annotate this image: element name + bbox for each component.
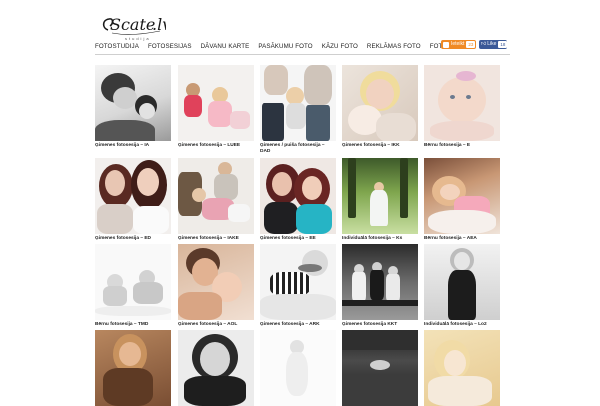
gallery-caption[interactable]: Ģimenes / puiša fotosesija – DAD — [260, 143, 336, 155]
gallery-caption[interactable]: Ģimenes fotosesija – ARK — [260, 322, 342, 328]
logo-subtext: studija — [125, 36, 151, 41]
gallery-thumbnail[interactable] — [178, 158, 254, 234]
gallery-item[interactable]: Ģimenes fotosesija – IAKE — [178, 158, 254, 241]
nav-item-fotosesijas[interactable]: FOTOSESIJAS — [148, 42, 192, 54]
gallery-thumbnail[interactable] — [342, 330, 418, 406]
gallery-thumbnail[interactable] — [260, 330, 336, 406]
gallery-item[interactable]: Individuālā fotosesija – Lo2 — [424, 244, 500, 327]
gallery-thumbnail[interactable] — [342, 158, 418, 234]
gallery-item[interactable]: Bērnu fotosesija – TMD — [95, 244, 171, 327]
gallery-item[interactable]: Ģimenes fotosesija – IA — [95, 65, 171, 148]
like-label: Like — [487, 41, 497, 47]
gallery-item[interactable]: Bērnu fotosesija – E — [424, 65, 500, 148]
gallery-thumbnail[interactable] — [342, 244, 418, 320]
gallery-caption[interactable]: Ģimenes fotosesija – ED — [95, 236, 177, 242]
gallery-caption[interactable]: Bērnu fotosesija – E — [424, 143, 506, 149]
gallery-item[interactable] — [260, 330, 336, 406]
gallery-caption[interactable]: Ģimenes fotosesija – EE — [260, 236, 342, 242]
gallery-thumbnail[interactable] — [260, 158, 336, 234]
gallery-item[interactable]: Ģimenes fotosesija KKT — [342, 244, 418, 327]
thumbs-up-icon: 👍︎ — [481, 41, 487, 47]
gallery-thumbnail[interactable] — [424, 158, 500, 234]
gallery-item[interactable]: Ģimenes fotosesija – ARK — [260, 244, 336, 327]
gallery-caption[interactable]: Ģimenes fotosesija – IA — [95, 143, 177, 149]
gallery-caption[interactable]: Ģimenes fotosesija – AOL — [178, 322, 260, 328]
gallery-thumbnail[interactable] — [95, 330, 171, 406]
gallery-item[interactable] — [424, 330, 500, 406]
like-count: 18 — [498, 41, 508, 48]
nav-item-pasakumu-foto[interactable]: PASĀKUMU FOTO — [258, 42, 312, 54]
gallery-thumbnail[interactable] — [424, 244, 500, 320]
nav-item-reklamas-foto[interactable]: REKLĀMAS FOTO — [367, 42, 421, 54]
gallery-item[interactable]: Ģimenes / puiša fotosesija – DAD — [260, 65, 336, 154]
share-icon — [443, 41, 449, 48]
gallery-thumbnail[interactable] — [424, 65, 500, 141]
gallery-caption[interactable]: Ģimenes fotosesija – IAKE — [178, 236, 260, 242]
share-count: 23 — [466, 41, 476, 48]
gallery-caption[interactable]: Ģimenes fotosesija – LUEE — [178, 143, 260, 149]
facebook-like-button[interactable]: 👍︎ Like 18 — [479, 40, 508, 49]
gallery-thumbnail[interactable] — [95, 65, 171, 141]
gallery-thumbnail[interactable] — [178, 65, 254, 141]
gallery-thumbnail[interactable] — [178, 330, 254, 406]
gallery-item[interactable] — [95, 330, 171, 406]
gallery-thumbnail[interactable] — [260, 65, 336, 141]
gallery-item[interactable]: Ģimenes fotosesija – AOL — [178, 244, 254, 327]
share-button[interactable]: Ieteikt 23 — [441, 40, 476, 49]
nav-item-davanu-karte[interactable]: DĀVANU KARTE — [201, 42, 250, 54]
share-label: Ieteikt — [451, 41, 465, 47]
gallery-item[interactable]: Ģimenes fotosesija – LUEE — [178, 65, 254, 148]
gallery-item[interactable]: Ģimenes fotosesija – IKK — [342, 65, 418, 148]
svg-text:Scate: Scate — [110, 15, 155, 34]
gallery-caption[interactable]: Individuālā fotosesija – Ks — [342, 236, 424, 242]
gallery-caption[interactable]: Ģimenes fotosesija KKT — [342, 322, 424, 328]
gallery-thumbnail[interactable] — [342, 65, 418, 141]
gallery-thumbnail[interactable] — [178, 244, 254, 320]
gallery-caption[interactable]: Ģimenes fotosesija – IKK — [342, 143, 424, 149]
gallery-item[interactable] — [178, 330, 254, 406]
gallery-thumbnail[interactable] — [95, 158, 171, 234]
gallery-thumbnail[interactable] — [95, 244, 171, 320]
gallery-caption[interactable]: Individuālā fotosesija – Lo2 — [424, 322, 506, 328]
gallery-item[interactable]: Ģimenes fotosesija – EE — [260, 158, 336, 241]
nav-divider — [95, 54, 510, 55]
nav-item-fotostudija[interactable]: FOTOSTUDIJA — [95, 42, 139, 54]
nav-item-kazu-foto[interactable]: KĀZU FOTO — [322, 42, 358, 54]
gallery-thumbnail[interactable] — [260, 244, 336, 320]
gallery-item[interactable]: Bērnu fotosesija – AEA — [424, 158, 500, 241]
gallery-thumbnail[interactable] — [424, 330, 500, 406]
gallery-caption[interactable]: Bērnu fotosesija – TMD — [95, 322, 177, 328]
gallery-item[interactable]: Ģimenes fotosesija – ED — [95, 158, 171, 241]
gallery-item[interactable]: Individuālā fotosesija – Ks — [342, 158, 418, 241]
gallery-caption[interactable]: Bērnu fotosesija – AEA — [424, 236, 506, 242]
gallery-item[interactable] — [342, 330, 418, 406]
